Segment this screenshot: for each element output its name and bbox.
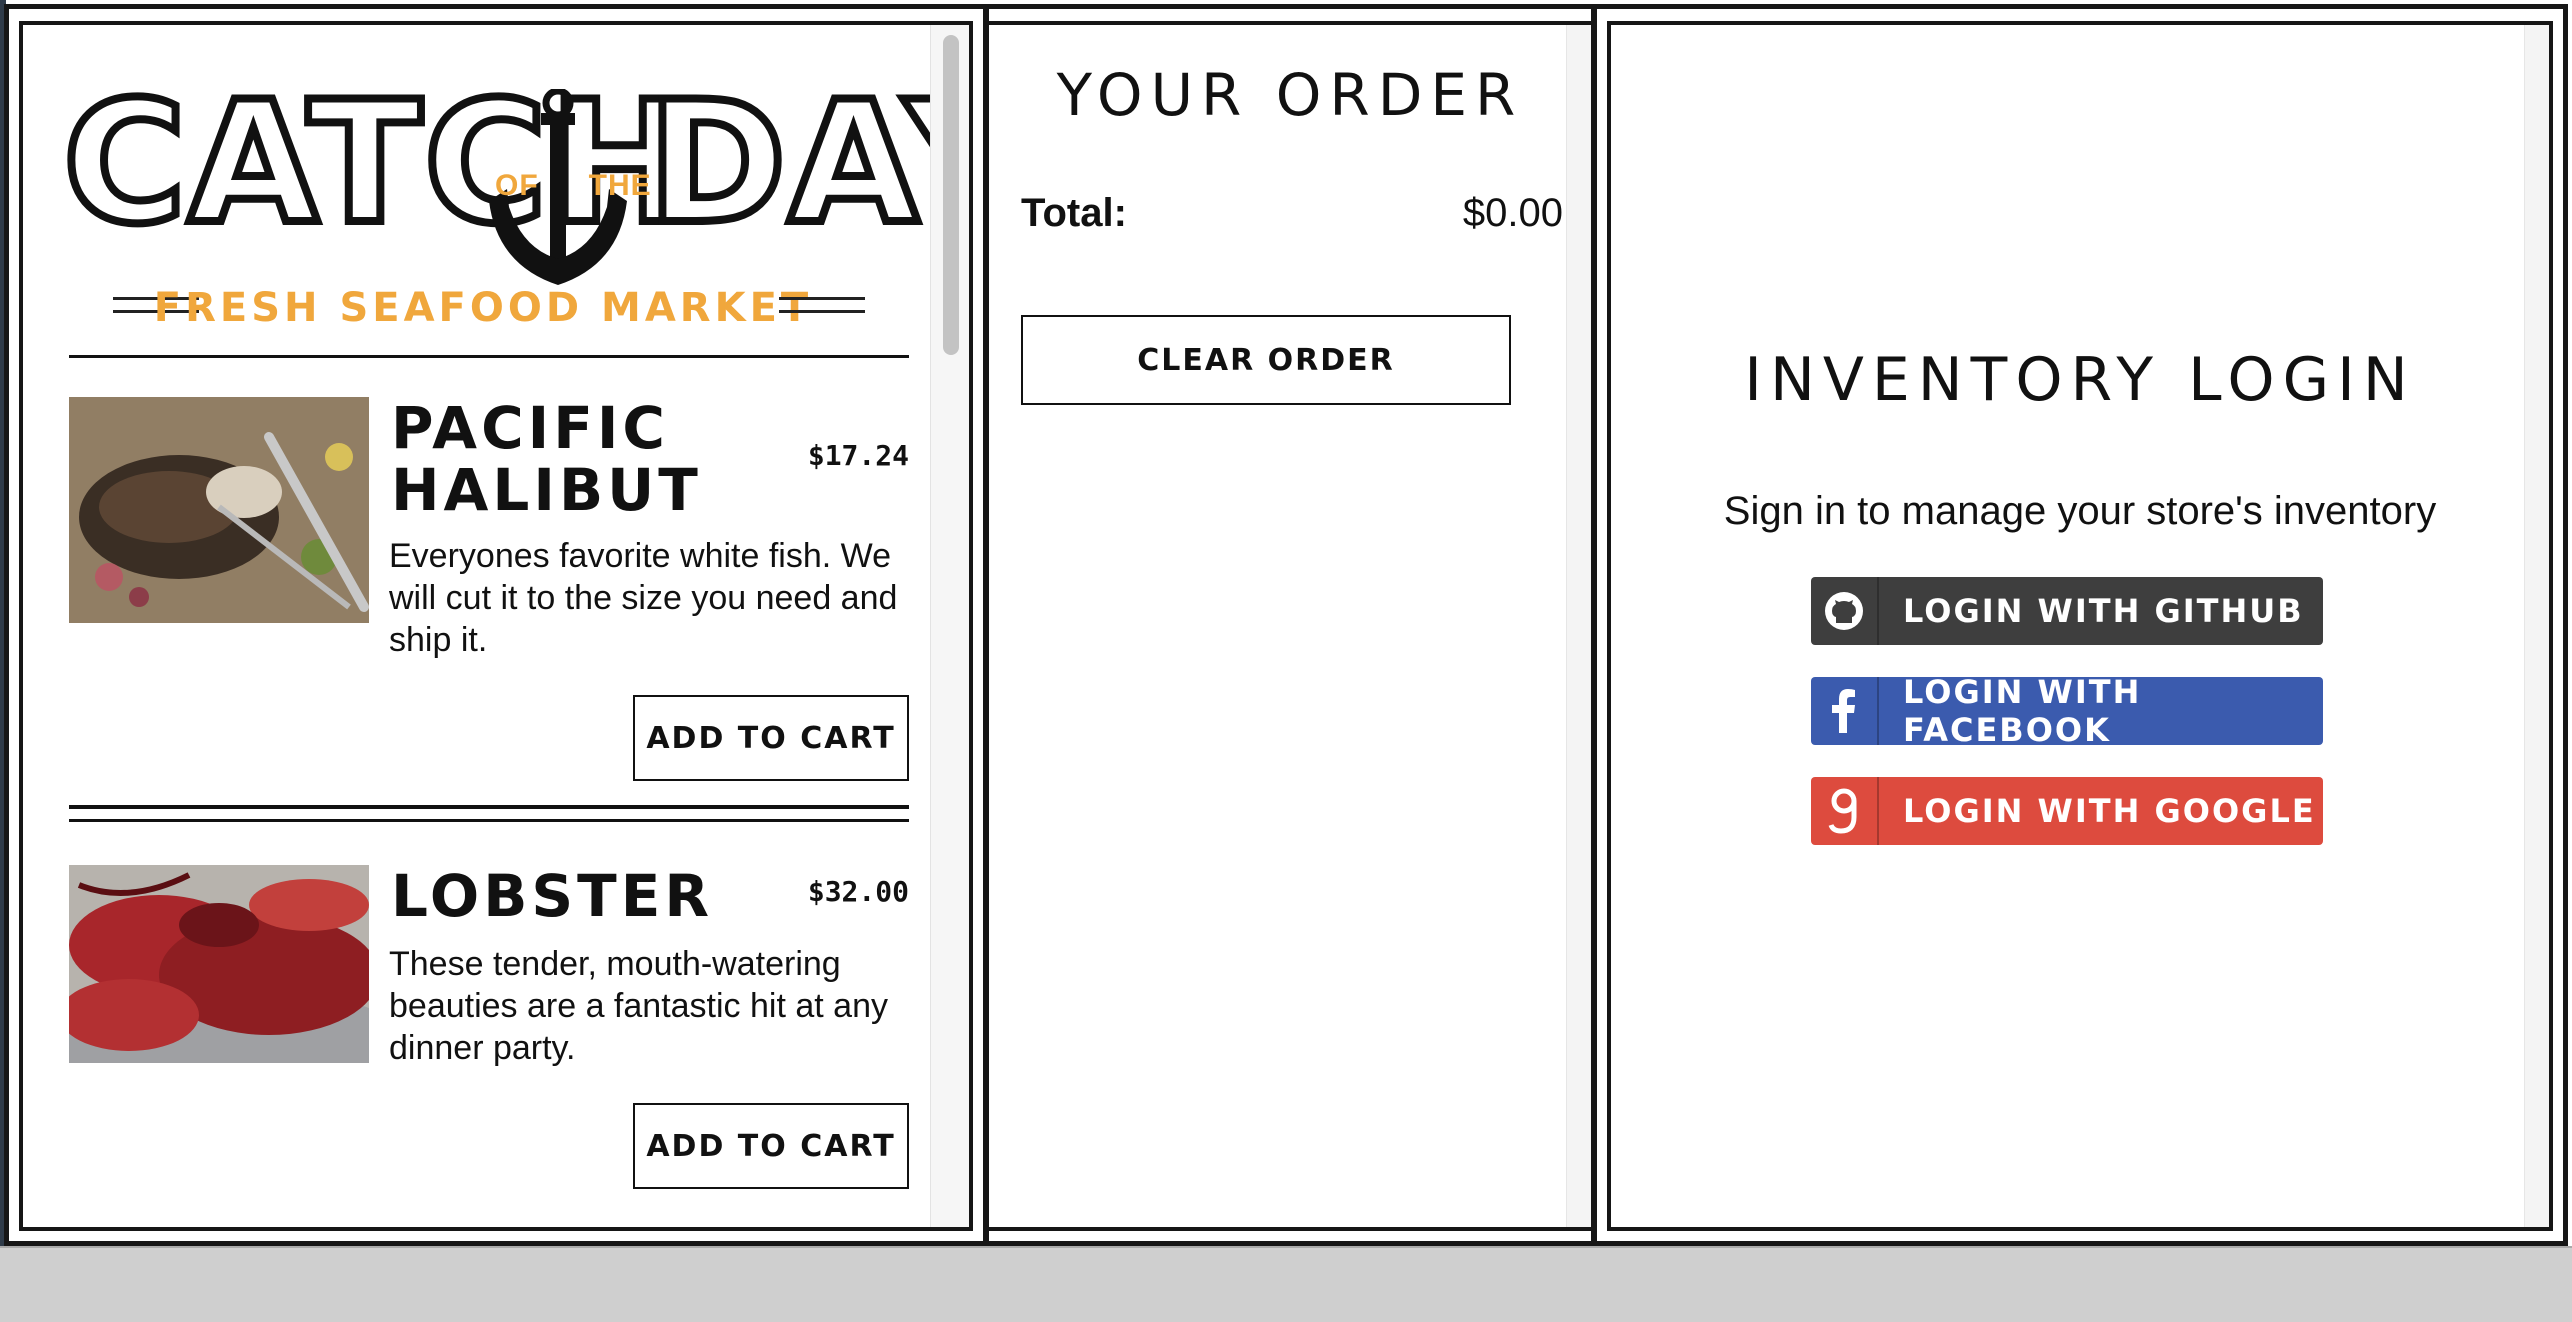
- clear-order-button[interactable]: CLEAR ORDER: [1021, 315, 1511, 405]
- logo-the: THE: [588, 169, 652, 202]
- window-bottom-bar: [0, 1246, 2572, 1322]
- menu-scrollbar[interactable]: [930, 25, 969, 1227]
- fish-name: LOBSTER: [391, 862, 714, 930]
- github-icon: [1811, 577, 1879, 645]
- login-github-label: LOGIN WITH GITHUB: [1903, 592, 2304, 630]
- fish-name: PACIFIC HALIBUT: [391, 394, 702, 524]
- login-facebook-button[interactable]: LOGIN WITH FACEBOOK: [1811, 677, 2323, 745]
- fish-description: Everyones favorite white fish. We will c…: [389, 537, 898, 659]
- order-total-label: Total:: [1021, 191, 1127, 235]
- menu-scrollbar-thumb[interactable]: [943, 35, 959, 355]
- lobster-photo: [69, 865, 369, 1063]
- facebook-icon: [1811, 677, 1879, 745]
- add-to-cart-button[interactable]: ADD TO CART: [633, 695, 909, 781]
- order-total-value: $0.00: [1462, 191, 1563, 235]
- fish-divider: [69, 805, 909, 822]
- fish-item-pacific-halibut: PACIFIC HALIBUT $17.24 Everyones favorit…: [69, 394, 909, 781]
- logo-tagline: FRESH SEAFOOD MARKET: [153, 285, 813, 331]
- add-to-cart-button[interactable]: ADD TO CART: [633, 1103, 909, 1189]
- login-facebook-label: LOGIN WITH FACEBOOK: [1903, 677, 2142, 745]
- header-divider: [69, 355, 909, 358]
- order-scroll-gutter: [1566, 25, 1591, 1227]
- login-google-button[interactable]: LOGIN WITH GOOGLE: [1811, 777, 2323, 845]
- menu-panel-inner: CATCH OFTHE DAY FRESH SEAFOOD MARKET: [19, 21, 973, 1231]
- order-panel-inner: YOUR ORDER Total: $0.00 CLEAR ORDER: [989, 21, 1591, 1231]
- fish-item-lobster: LOBSTER $32.00 These tender, mouth-water…: [69, 862, 909, 1227]
- login-google-label: LOGIN WITH GOOGLE: [1903, 792, 2316, 830]
- tagline-rule-right: [779, 297, 865, 313]
- logo-of-the: OF THE: [495, 169, 652, 203]
- order-title: YOUR ORDER: [1056, 61, 1524, 129]
- order-panel: YOUR ORDER Total: $0.00 CLEAR ORDER: [984, 4, 1596, 1246]
- fish-price: $32.00: [807, 875, 909, 908]
- catch-of-the-day-logo: CATCH OFTHE DAY FRESH SEAFOOD MARKET: [59, 75, 969, 331]
- menu-panel: CATCH OFTHE DAY FRESH SEAFOOD MARKET: [4, 4, 988, 1246]
- logo-word-day: DAY: [643, 65, 969, 261]
- login-github-button[interactable]: LOGIN WITH GITHUB: [1811, 577, 2323, 645]
- inventory-panel: INVENTORY LOGIN Sign in to manage your s…: [1592, 4, 2568, 1246]
- inventory-panel-inner: INVENTORY LOGIN Sign in to manage your s…: [1607, 21, 2553, 1231]
- pacific-halibut-photo: [69, 397, 369, 623]
- fish-price: $17.24: [807, 439, 909, 472]
- inventory-scroll-gutter: [2524, 25, 2549, 1227]
- logo-of: OF: [495, 169, 539, 202]
- inventory-login-title: INVENTORY LOGIN: [1744, 345, 2416, 415]
- google-icon: [1811, 777, 1879, 845]
- fish-description: These tender, mouth-watering beauties ar…: [389, 945, 888, 1067]
- menu-scroll-area[interactable]: CATCH OFTHE DAY FRESH SEAFOOD MARKET: [23, 25, 969, 1227]
- inventory-login-subtitle: Sign in to manage your store's inventory: [1723, 489, 2437, 533]
